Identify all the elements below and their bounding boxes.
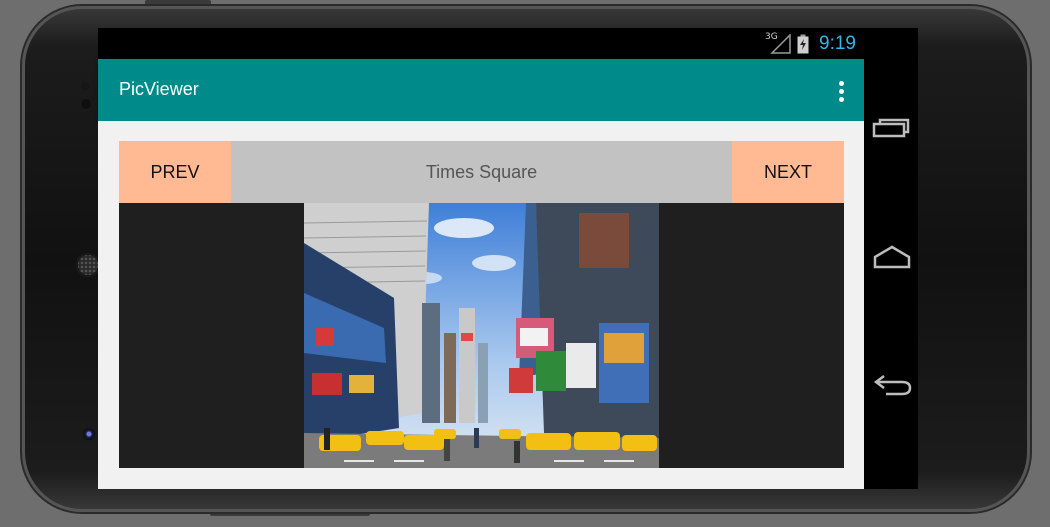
- navigation-bar: [864, 28, 918, 489]
- clock: 9:19: [819, 33, 856, 54]
- back-icon[interactable]: [872, 370, 912, 400]
- front-camera: [83, 428, 95, 440]
- signal-icon: 3G: [765, 32, 791, 54]
- app-bar: PicViewer: [98, 59, 864, 121]
- times-square-photo: [304, 203, 659, 468]
- device-screen: 3G 9:19 PicViewer PREV Times Square NEXT: [98, 28, 918, 489]
- app-title: PicViewer: [119, 79, 199, 99]
- recent-apps-icon[interactable]: [872, 116, 912, 146]
- sensor: [81, 99, 91, 109]
- speaker-grille: [76, 253, 100, 277]
- home-icon[interactable]: [872, 243, 912, 273]
- status-bar: 3G 9:19: [98, 28, 864, 59]
- battery-icon: [797, 34, 809, 54]
- photo-frame: [119, 203, 844, 468]
- network-type-label: 3G: [765, 32, 778, 42]
- next-button[interactable]: NEXT: [732, 141, 844, 203]
- power-button: [145, 0, 211, 5]
- main-content: PREV Times Square NEXT: [98, 121, 864, 489]
- viewer-toolbar: PREV Times Square NEXT: [119, 141, 844, 203]
- picture-caption: Times Square: [231, 141, 732, 203]
- overflow-menu-icon[interactable]: [832, 77, 850, 105]
- prev-button[interactable]: PREV: [119, 141, 231, 203]
- sensor: [81, 82, 89, 90]
